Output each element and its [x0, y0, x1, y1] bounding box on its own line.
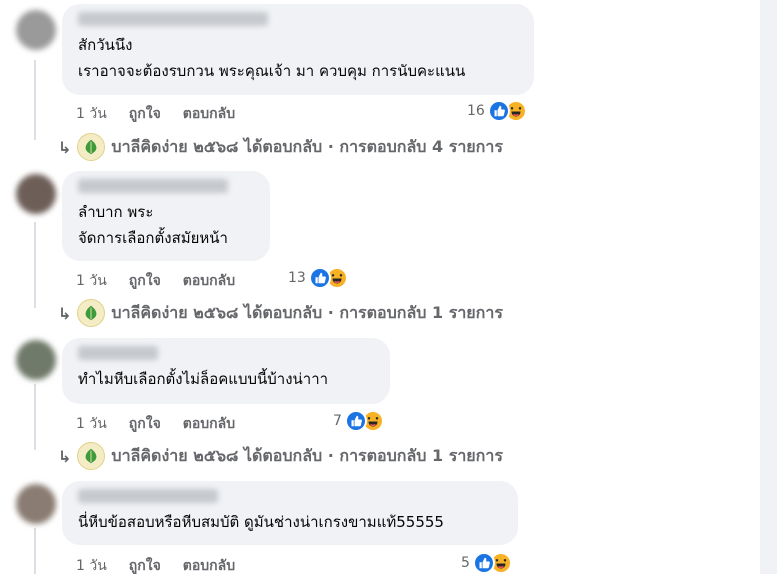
comment-timestamp[interactable]: 1 วัน: [76, 103, 107, 125]
comment-text-line: จัดการเลือกตั้งสมัยหน้า: [78, 229, 228, 247]
like-button[interactable]: ถูกใจ: [129, 270, 161, 292]
reply-arrow-icon: ↳: [58, 303, 72, 323]
reaction-count: 7: [333, 413, 342, 429]
like-icon: [308, 267, 331, 289]
avatar[interactable]: [16, 10, 56, 50]
like-icon: [472, 552, 495, 574]
page-logo: [77, 299, 106, 327]
like-button[interactable]: ถูกใจ: [129, 413, 161, 435]
reaction-summary[interactable]: 13: [288, 267, 348, 289]
page-logo: [77, 442, 106, 470]
page-scroll-margin: [760, 0, 777, 574]
view-replies-link[interactable]: ↳ บาลีคิดง่าย ๒๕๖๘ ได้ตอบกลับ · การตอบกล…: [58, 133, 503, 161]
reaction-count: 16: [467, 103, 485, 119]
comment-bubble: นี่หีบข้อสอบหรือหีบสมบัติ ดูมันช่างน่าเก…: [62, 481, 518, 545]
commenter-name-redacted[interactable]: [78, 489, 218, 503]
avatar[interactable]: [16, 484, 56, 524]
reply-arrow-icon: ↳: [58, 446, 72, 466]
commenter-name-redacted[interactable]: [78, 179, 228, 193]
comment-text-line: สักวันนึง: [78, 36, 133, 54]
comment-timestamp[interactable]: 1 วัน: [76, 270, 107, 292]
comment-bubble: ทำไมหีบเลือกตั้งไม่ล็อคแบบนี้บ้างน่าาา: [62, 338, 390, 404]
reply-button[interactable]: ตอบกลับ: [183, 413, 235, 435]
reply-summary-text: บาลีคิดง่าย ๒๕๖๘ ได้ตอบกลับ · การตอบกลับ…: [111, 445, 503, 465]
thread-line: [34, 528, 36, 574]
view-replies-link[interactable]: ↳ บาลีคิดง่าย ๒๕๖๘ ได้ตอบกลับ · การตอบกล…: [58, 442, 503, 470]
comment-bubble: ลำบาก พระ จัดการเลือกตั้งสมัยหน้า: [62, 171, 270, 261]
reply-summary-text: บาลีคิดง่าย ๒๕๖๘ ได้ตอบกลับ · การตอบกลับ…: [111, 302, 503, 322]
commenter-name-redacted[interactable]: [78, 346, 158, 360]
comment-text-line: นี่หีบข้อสอบหรือหีบสมบัติ ดูมันช่างน่าเก…: [78, 513, 444, 531]
like-button[interactable]: ถูกใจ: [129, 103, 161, 125]
reaction-summary[interactable]: 5: [461, 552, 512, 574]
comment-timestamp[interactable]: 1 วัน: [76, 555, 107, 574]
comment-text-line: เราอาจจะต้องรบกวน พระคุณเจ้า มา ควบคุม ก…: [78, 62, 466, 80]
comment-actions: 1 วัน ถูกใจ ตอบกลับ: [76, 555, 235, 574]
comment-actions: 1 วัน ถูกใจ ตอบกลับ: [76, 103, 235, 125]
reply-button[interactable]: ตอบกลับ: [183, 103, 235, 125]
reply-button[interactable]: ตอบกลับ: [183, 555, 235, 574]
commenter-name-redacted[interactable]: [78, 12, 268, 26]
thread-line: [34, 222, 36, 308]
reaction-summary[interactable]: 16: [467, 100, 527, 122]
like-button[interactable]: ถูกใจ: [129, 555, 161, 574]
avatar[interactable]: [16, 340, 56, 380]
reaction-count: 5: [461, 555, 470, 571]
like-icon: [344, 410, 367, 432]
reply-summary-text: บาลีคิดง่าย ๒๕๖๘ ได้ตอบกลับ · การตอบกลับ…: [111, 136, 503, 156]
like-icon: [487, 100, 510, 122]
view-replies-link[interactable]: ↳ บาลีคิดง่าย ๒๕๖๘ ได้ตอบกลับ · การตอบกล…: [58, 299, 503, 327]
comment-text-line: ทำไมหีบเลือกตั้งไม่ล็อคแบบนี้บ้างน่าาา: [78, 370, 329, 388]
thread-line: [34, 384, 36, 450]
reaction-summary[interactable]: 7: [333, 410, 384, 432]
reaction-count: 13: [288, 270, 306, 286]
thread-line: [34, 60, 36, 140]
page-logo: [77, 133, 106, 161]
comment-bubble: สักวันนึง เราอาจจะต้องรบกวน พระคุณเจ้า ม…: [62, 4, 534, 95]
comment-timestamp[interactable]: 1 วัน: [76, 413, 107, 435]
reply-arrow-icon: ↳: [58, 137, 72, 157]
reply-button[interactable]: ตอบกลับ: [183, 270, 235, 292]
avatar[interactable]: [16, 174, 56, 214]
comment-text-line: ลำบาก พระ: [78, 203, 154, 221]
comment-actions: 1 วัน ถูกใจ ตอบกลับ: [76, 413, 235, 435]
comment-actions: 1 วัน ถูกใจ ตอบกลับ: [76, 270, 235, 292]
